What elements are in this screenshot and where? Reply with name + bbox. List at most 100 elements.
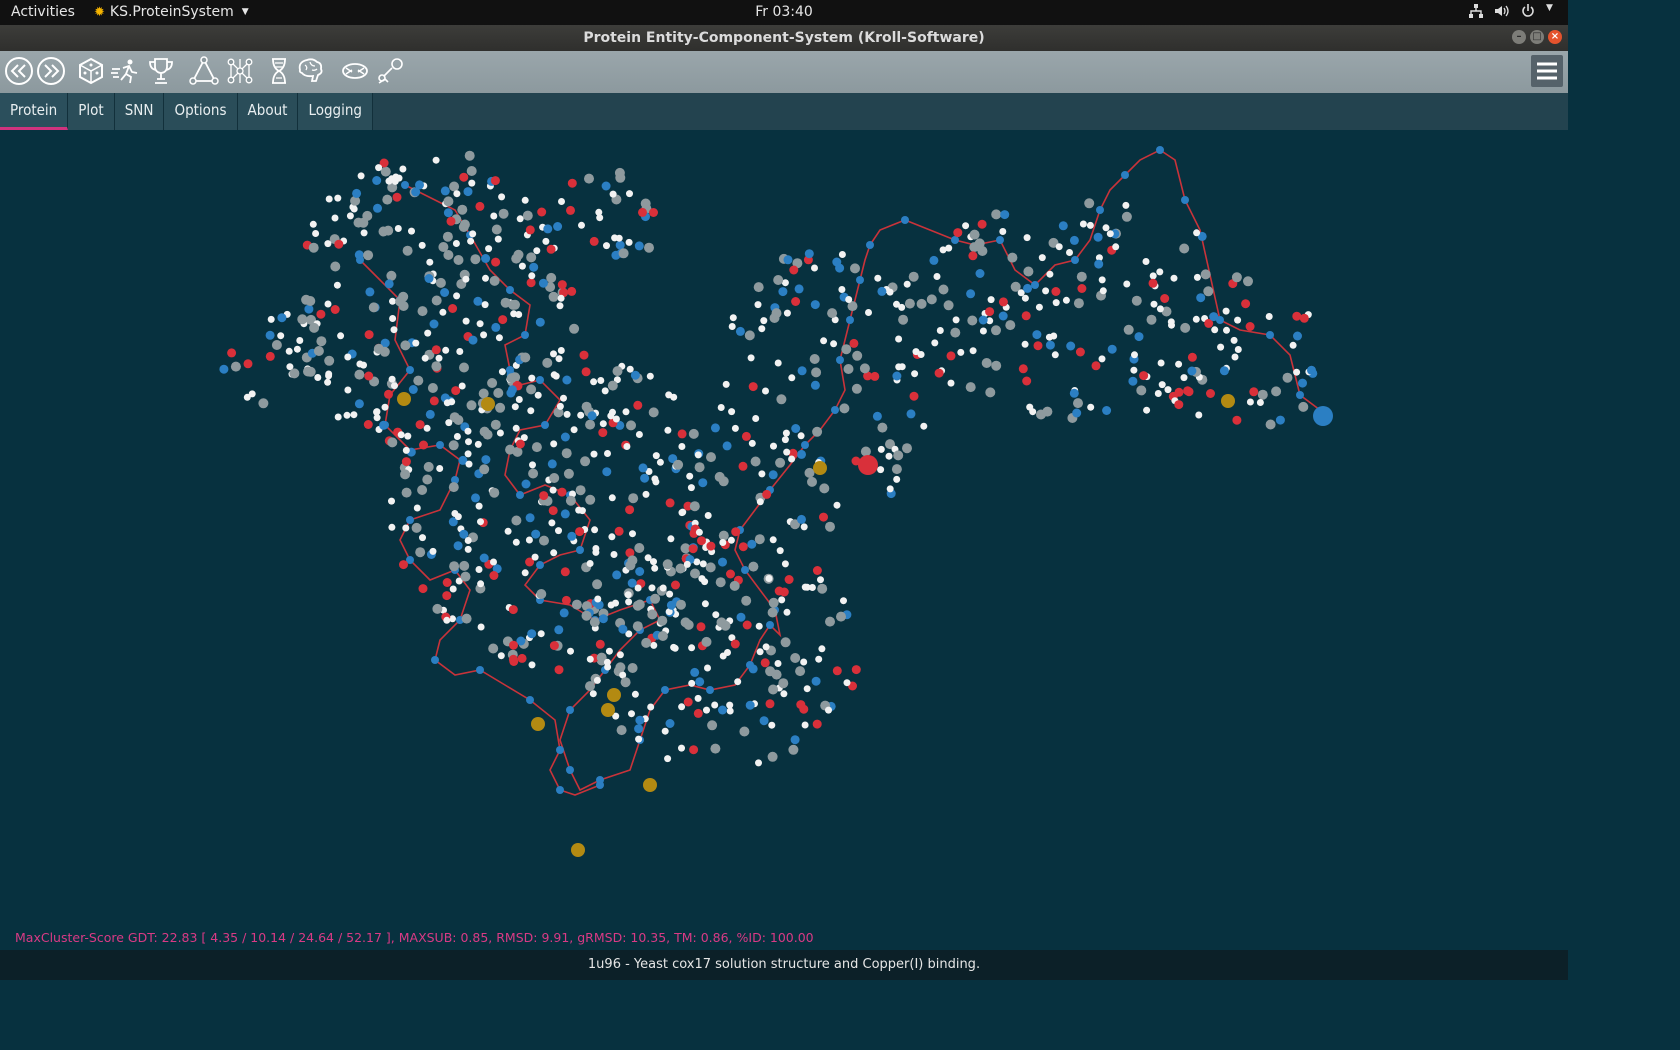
app-menu[interactable]: ✹ KS.ProteinSystem ▼ xyxy=(94,4,249,20)
atom xyxy=(481,301,489,309)
maximize-button[interactable]: □ xyxy=(1530,30,1544,44)
protein-structure-render[interactable] xyxy=(0,130,1568,950)
atom xyxy=(1000,210,1010,220)
tab-snn[interactable]: SNN xyxy=(114,93,165,130)
app-icon: ✹ xyxy=(94,4,105,20)
atom xyxy=(648,584,656,592)
tab-protein[interactable]: Protein xyxy=(0,93,69,130)
hamburger-menu-button[interactable] xyxy=(1531,55,1563,87)
atom xyxy=(277,332,285,340)
atom xyxy=(817,576,824,584)
atom xyxy=(436,465,444,472)
network-graph-icon[interactable] xyxy=(225,56,255,86)
atom xyxy=(664,755,672,763)
system-tray[interactable]: ▼ xyxy=(1468,3,1556,19)
atom xyxy=(1217,343,1225,351)
atom xyxy=(1069,388,1079,398)
satellite-icon[interactable] xyxy=(375,56,405,86)
close-button[interactable]: × xyxy=(1548,30,1562,44)
atom-sulfur xyxy=(571,843,585,857)
window-title-bar[interactable]: Protein Entity-Component-System (Kroll-S… xyxy=(0,25,1568,51)
atom xyxy=(1023,234,1031,242)
tab-options[interactable]: Options xyxy=(164,93,238,130)
atom xyxy=(671,580,680,590)
atom xyxy=(449,181,460,192)
tab-plot[interactable]: Plot xyxy=(68,93,115,130)
atom-sulfur xyxy=(481,397,495,411)
atom xyxy=(738,542,748,552)
atom xyxy=(736,612,746,622)
atom xyxy=(768,470,778,480)
atom xyxy=(458,382,466,390)
trophy-icon[interactable] xyxy=(146,56,176,86)
atom xyxy=(453,292,461,300)
minimize-button[interactable]: – xyxy=(1512,30,1526,44)
atom xyxy=(445,419,453,427)
atom xyxy=(1123,280,1131,288)
atom-ca xyxy=(741,566,749,574)
atom xyxy=(1231,272,1242,283)
neuron-icon[interactable] xyxy=(340,56,370,86)
atom xyxy=(443,208,453,218)
hourglass-icon[interactable] xyxy=(264,56,294,86)
atom xyxy=(511,515,522,526)
atom xyxy=(975,269,985,278)
atom xyxy=(498,368,506,376)
atom xyxy=(537,630,545,638)
clock[interactable]: Fr 03:40 xyxy=(755,4,813,20)
atom xyxy=(509,640,518,650)
atom xyxy=(1023,266,1034,277)
atom xyxy=(781,436,789,444)
brain-icon[interactable] xyxy=(295,56,325,86)
atom xyxy=(1293,368,1301,376)
atom xyxy=(748,439,756,447)
atom xyxy=(431,361,442,372)
tab-logging[interactable]: Logging xyxy=(298,93,373,130)
atom xyxy=(1180,374,1188,382)
volume-icon[interactable] xyxy=(1494,3,1510,19)
atom xyxy=(707,720,718,731)
atom xyxy=(491,322,501,332)
atom xyxy=(1128,376,1138,386)
forward-icon[interactable] xyxy=(36,56,66,86)
dice-icon[interactable] xyxy=(76,56,106,86)
back-icon[interactable] xyxy=(4,56,34,86)
activities-button[interactable]: Activities xyxy=(11,4,75,20)
atom xyxy=(782,429,790,437)
atom xyxy=(265,351,275,361)
atom xyxy=(607,380,618,391)
network-icon[interactable] xyxy=(1468,3,1484,19)
atom xyxy=(408,385,418,394)
atom xyxy=(1256,399,1264,406)
power-icon[interactable] xyxy=(1520,3,1536,19)
atom xyxy=(891,464,902,475)
atom xyxy=(741,431,751,441)
atom xyxy=(258,398,269,409)
atom xyxy=(1038,254,1046,262)
atom xyxy=(526,384,537,395)
atom xyxy=(525,536,533,544)
atom xyxy=(389,297,396,305)
atom xyxy=(748,664,758,674)
atom xyxy=(809,354,820,364)
protein-3d-viewport[interactable] xyxy=(0,130,1568,950)
atom xyxy=(458,222,469,232)
tab-about[interactable]: About xyxy=(237,93,299,130)
atom xyxy=(488,643,499,654)
atom-ca xyxy=(706,686,714,694)
triangle-nodes-icon[interactable] xyxy=(189,56,219,86)
atom xyxy=(689,745,699,755)
atom-ca xyxy=(596,781,604,789)
runner-icon[interactable] xyxy=(110,56,140,86)
chevron-down-icon[interactable]: ▼ xyxy=(1546,3,1556,19)
atom xyxy=(987,296,995,304)
atom xyxy=(849,338,859,348)
atom xyxy=(331,214,339,222)
atom xyxy=(285,347,293,355)
atom-ca xyxy=(856,276,864,284)
atom xyxy=(1069,235,1079,245)
atom xyxy=(513,249,524,260)
atom xyxy=(550,440,558,448)
atom xyxy=(585,681,595,692)
atom xyxy=(1102,406,1112,415)
